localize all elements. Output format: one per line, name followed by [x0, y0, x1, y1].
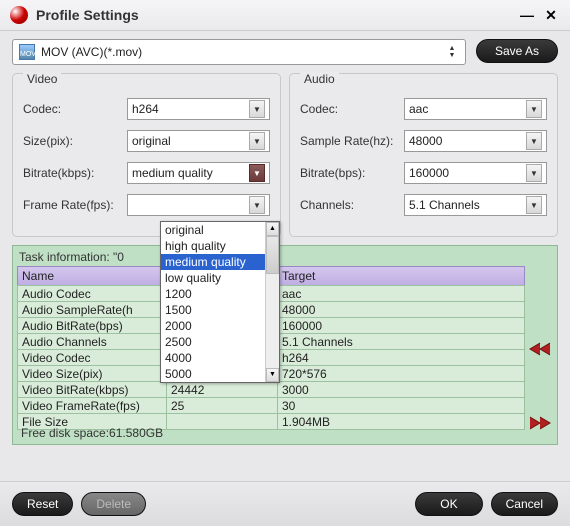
delete-button[interactable]: Delete	[81, 492, 146, 516]
video-size-combo[interactable]: original▼	[127, 130, 270, 152]
header-name[interactable]: Name	[17, 266, 167, 286]
audio-bitrate-label: Bitrate(bps):	[300, 166, 404, 180]
profile-select[interactable]: MOV MOV (AVC)(*.mov) ▲▼	[12, 39, 466, 65]
dropdown-item-original[interactable]: original	[161, 222, 279, 238]
dropdown-item-1200[interactable]: 1200	[161, 286, 279, 302]
audio-sr-label: Sample Rate(hz):	[300, 134, 404, 148]
table-row: Video BitRate(kbps)244423000	[17, 382, 553, 398]
video-bitrate-combo[interactable]: medium quality▼	[127, 162, 270, 184]
table-row: Video FrameRate(fps)2530	[17, 398, 553, 414]
prev-task-button[interactable]	[528, 341, 552, 360]
cancel-button[interactable]: Cancel	[491, 492, 558, 516]
table-row: Audio BitRate(bps)768000160000	[17, 318, 553, 334]
chevron-down-icon[interactable]: ▼	[526, 164, 542, 182]
dropdown-item-5000[interactable]: 5000	[161, 366, 279, 382]
title-bar: Profile Settings — ✕	[0, 0, 570, 31]
video-bitrate-dropdown[interactable]: original high quality medium quality low…	[160, 221, 280, 383]
minimize-button[interactable]: —	[518, 6, 536, 24]
chevron-down-icon[interactable]: ▼	[249, 100, 265, 118]
task-info-title: Task information: "0	[15, 248, 555, 266]
dropdown-item-high[interactable]: high quality	[161, 238, 279, 254]
audio-sr-combo[interactable]: 48000▼	[404, 130, 547, 152]
audio-ch-combo[interactable]: 5.1 Channels▼	[404, 194, 547, 216]
free-disk-space: Free disk space:61.580GB	[17, 424, 167, 442]
audio-ch-label: Channels:	[300, 198, 404, 212]
chevron-down-icon[interactable]: ▼	[526, 196, 542, 214]
mov-icon: MOV	[19, 44, 35, 60]
dropdown-item-low[interactable]: low quality	[161, 270, 279, 286]
footer-bar: Reset Delete OK Cancel	[0, 481, 570, 526]
close-button[interactable]: ✕	[542, 6, 560, 24]
video-group: Video Codec: h264▼ Size(pix): original▼ …	[12, 73, 281, 237]
dropdown-item-medium[interactable]: medium quality	[161, 254, 279, 270]
dropdown-item-1500[interactable]: 1500	[161, 302, 279, 318]
video-codec-label: Codec:	[23, 102, 127, 116]
header-target[interactable]: Target	[277, 266, 525, 286]
task-table: Name Target Audio Codecaac Audio SampleR…	[17, 266, 553, 430]
chevron-down-icon[interactable]: ▼	[249, 132, 265, 150]
audio-group: Audio Codec: aac▼ Sample Rate(hz): 48000…	[289, 73, 558, 237]
video-codec-combo[interactable]: h264▼	[127, 98, 270, 120]
audio-codec-combo[interactable]: aac▼	[404, 98, 547, 120]
table-row: Video Codecdvvideoh264	[17, 350, 553, 366]
scroll-track[interactable]	[266, 274, 279, 368]
profile-spinner[interactable]: ▲▼	[445, 42, 459, 62]
video-fps-label: Frame Rate(fps):	[23, 198, 127, 212]
window-title: Profile Settings	[36, 7, 512, 23]
video-legend: Video	[23, 72, 61, 86]
video-size-label: Size(pix):	[23, 134, 127, 148]
profile-select-value: MOV (AVC)(*.mov)	[41, 45, 445, 59]
table-row: Video Size(pix)720*576720*576	[17, 366, 553, 382]
chevron-down-icon[interactable]: ▼	[526, 100, 542, 118]
chevron-down-icon[interactable]: ▼	[526, 132, 542, 150]
ok-button[interactable]: OK	[415, 492, 482, 516]
chevron-down-icon[interactable]: ▼	[249, 164, 265, 182]
reset-button[interactable]: Reset	[12, 492, 73, 516]
table-row: Audio Codecaac	[17, 286, 553, 302]
app-icon	[10, 6, 28, 24]
dropdown-item-4000[interactable]: 4000	[161, 350, 279, 366]
task-information-panel: Task information: "0 Name Target Audio C…	[12, 245, 558, 445]
dropdown-scrollbar[interactable]: ▲ ▼	[265, 222, 279, 382]
table-row: Audio SampleRate(h48000	[17, 302, 553, 318]
scroll-thumb[interactable]	[266, 236, 279, 274]
scroll-up-button[interactable]: ▲	[266, 222, 279, 236]
audio-bitrate-combo[interactable]: 160000▼	[404, 162, 547, 184]
dropdown-item-2500[interactable]: 2500	[161, 334, 279, 350]
video-fps-combo[interactable]: ▼	[127, 194, 270, 216]
table-header: Name Target	[17, 266, 553, 286]
table-row: Audio ChannelsMono5.1 Channels	[17, 334, 553, 350]
dropdown-item-2000[interactable]: 2000	[161, 318, 279, 334]
chevron-down-icon[interactable]: ▼	[249, 196, 265, 214]
scroll-down-button[interactable]: ▼	[266, 368, 279, 382]
audio-legend: Audio	[300, 72, 339, 86]
save-as-button[interactable]: Save As	[476, 39, 558, 63]
audio-codec-label: Codec:	[300, 102, 404, 116]
video-bitrate-label: Bitrate(kbps):	[23, 166, 127, 180]
next-task-button[interactable]	[528, 415, 552, 434]
